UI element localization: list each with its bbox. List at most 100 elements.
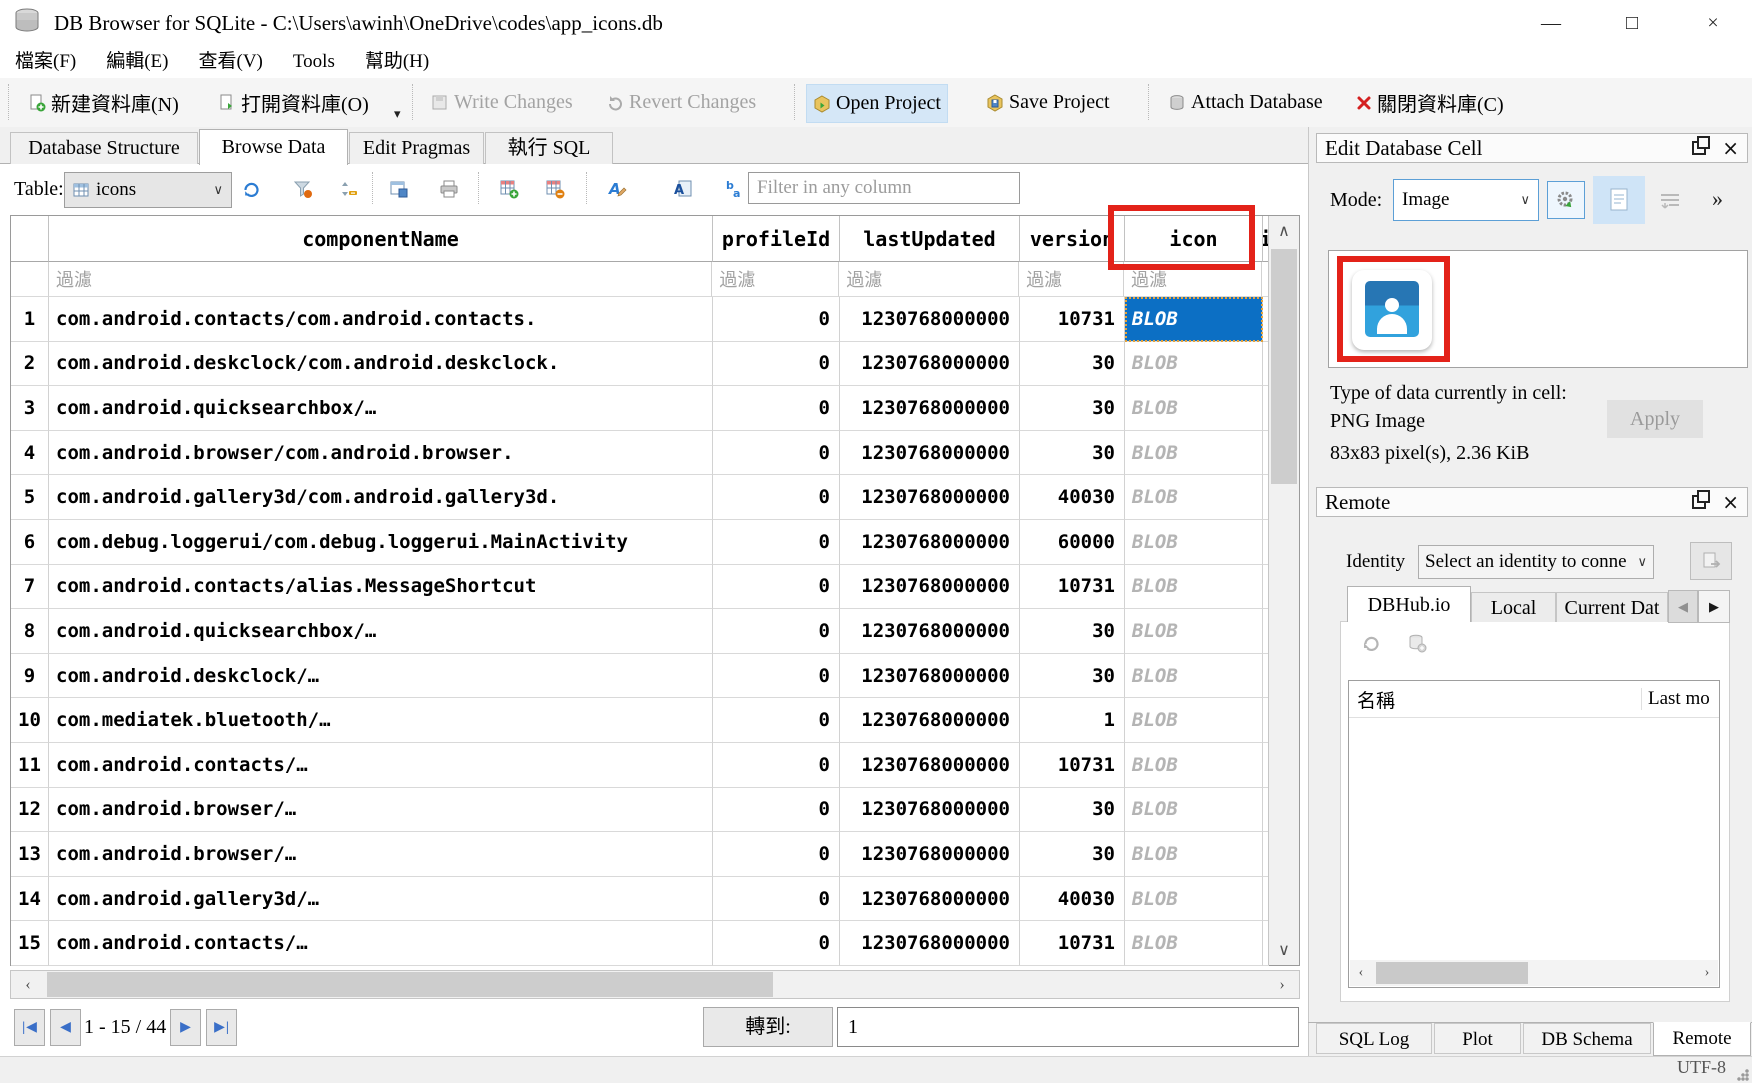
cell-lastUpdated[interactable]: 1230768000000 bbox=[840, 788, 1020, 833]
cell-icon[interactable]: BLOB bbox=[1125, 877, 1263, 922]
new-database-button[interactable]: 新建資料庫(N) bbox=[22, 84, 185, 121]
menu-help[interactable]: 幫助(H) bbox=[350, 46, 444, 78]
vertical-scrollbar[interactable]: ∧ ∨ bbox=[1268, 216, 1299, 965]
cell-version[interactable]: 1 bbox=[1020, 698, 1125, 743]
save-project-button[interactable]: Save Project bbox=[980, 84, 1116, 121]
column-header-icon[interactable]: icon bbox=[1125, 216, 1263, 262]
cell-lastUpdated[interactable]: 1230768000000 bbox=[840, 832, 1020, 877]
tab-scroll-left-icon[interactable]: ◀ bbox=[1668, 590, 1698, 623]
close-panel-icon[interactable]: × bbox=[1722, 492, 1739, 512]
filter-version[interactable]: 過濾 bbox=[1019, 262, 1124, 297]
tab-plot[interactable]: Plot bbox=[1434, 1023, 1521, 1054]
column-header-version[interactable]: version bbox=[1020, 216, 1125, 262]
apply-button[interactable]: Apply bbox=[1607, 400, 1703, 438]
row-number[interactable]: 3 bbox=[11, 386, 49, 431]
column-header-profileId[interactable]: profileId bbox=[713, 216, 840, 262]
cell-profileId[interactable]: 0 bbox=[713, 386, 840, 431]
goto-button[interactable]: 轉到: bbox=[703, 1007, 833, 1047]
cell-version[interactable]: 30 bbox=[1020, 788, 1125, 833]
save-results-button[interactable] bbox=[386, 176, 412, 202]
cell-lastUpdated[interactable]: 1230768000000 bbox=[840, 921, 1020, 966]
cell-icon[interactable]: BLOB bbox=[1125, 475, 1263, 520]
tab-sql-log[interactable]: SQL Log bbox=[1316, 1023, 1432, 1054]
menu-edit[interactable]: 編輯(E) bbox=[91, 46, 183, 78]
column-header-lastUpdated[interactable]: lastUpdated bbox=[840, 216, 1020, 262]
cell-version[interactable]: 60000 bbox=[1020, 520, 1125, 565]
cell-version[interactable]: 30 bbox=[1020, 654, 1125, 699]
cell-profileId[interactable]: 0 bbox=[713, 342, 840, 387]
write-changes-button[interactable]: Write Changes bbox=[425, 84, 579, 121]
row-number[interactable]: 14 bbox=[11, 877, 49, 922]
cell-lastUpdated[interactable]: 1230768000000 bbox=[840, 565, 1020, 610]
filter-icon[interactable]: 過濾 bbox=[1124, 262, 1262, 297]
remote-refresh-button[interactable] bbox=[1358, 630, 1384, 656]
filter-any-column-input[interactable] bbox=[748, 172, 1020, 204]
scroll-right-icon[interactable]: › bbox=[1267, 971, 1297, 998]
tab-remote[interactable]: Remote bbox=[1653, 1022, 1751, 1056]
tab-scroll-right-icon[interactable]: ▶ bbox=[1698, 590, 1730, 623]
filter-profileId[interactable]: 過濾 bbox=[712, 262, 839, 297]
menu-view[interactable]: 查看(V) bbox=[184, 46, 278, 78]
row-number[interactable]: 15 bbox=[11, 921, 49, 966]
scroll-left-icon[interactable]: ‹ bbox=[13, 971, 43, 998]
scroll-right-icon[interactable]: › bbox=[1696, 960, 1718, 986]
insert-record-button[interactable] bbox=[496, 176, 522, 202]
row-number[interactable]: 6 bbox=[11, 520, 49, 565]
cell-profileId[interactable]: 0 bbox=[713, 698, 840, 743]
tab-current-database[interactable]: Current Dat bbox=[1556, 592, 1668, 622]
cell-componentName[interactable]: com.android.browser/… bbox=[49, 832, 713, 877]
cell-icon[interactable]: BLOB bbox=[1125, 921, 1263, 966]
table-selector[interactable]: icons ∨ bbox=[64, 172, 232, 208]
cell-lastUpdated[interactable]: 1230768000000 bbox=[840, 698, 1020, 743]
delete-record-button[interactable] bbox=[542, 176, 568, 202]
cell-componentName[interactable]: com.android.gallery3d/com.android.galler… bbox=[49, 475, 713, 520]
cell-profileId[interactable]: 0 bbox=[713, 297, 840, 342]
remote-list-header-name[interactable]: 名稱 bbox=[1349, 686, 1641, 713]
cell-icon[interactable]: BLOB bbox=[1125, 743, 1263, 788]
cell-profileId[interactable]: 0 bbox=[713, 520, 840, 565]
cell-componentName[interactable]: com.android.deskclock/com.android.deskcl… bbox=[49, 342, 713, 387]
cell-profileId[interactable]: 0 bbox=[713, 475, 840, 520]
cell-icon[interactable]: BLOB bbox=[1125, 431, 1263, 476]
cell-profileId[interactable]: 0 bbox=[713, 921, 840, 966]
cell-version[interactable]: 30 bbox=[1020, 832, 1125, 877]
cell-componentName[interactable]: com.debug.loggerui/com.debug.loggerui.Ma… bbox=[49, 520, 713, 565]
clear-filters-button[interactable] bbox=[290, 176, 316, 202]
vertical-scrollbar-thumb[interactable] bbox=[1271, 249, 1297, 484]
tab-edit-pragmas[interactable]: Edit Pragmas bbox=[349, 132, 484, 164]
cell-icon[interactable]: BLOB bbox=[1125, 520, 1263, 565]
corner-header[interactable] bbox=[11, 216, 49, 262]
previous-record-button[interactable]: ◀ bbox=[50, 1009, 81, 1046]
cell-lastUpdated[interactable]: 1230768000000 bbox=[840, 520, 1020, 565]
cell-componentName[interactable]: com.android.quicksearchbox/… bbox=[49, 386, 713, 431]
tab-database-structure[interactable]: Database Structure bbox=[10, 132, 198, 164]
cell-componentName[interactable]: com.android.contacts/… bbox=[49, 921, 713, 966]
open-database-button[interactable]: 打開資料庫(O) bbox=[212, 84, 375, 121]
cell-lastUpdated[interactable]: 1230768000000 bbox=[840, 654, 1020, 699]
auto-detect-button[interactable] bbox=[1547, 181, 1585, 219]
cell-version[interactable]: 10731 bbox=[1020, 565, 1125, 610]
next-record-button[interactable]: ▶ bbox=[170, 1009, 201, 1046]
row-number[interactable]: 7 bbox=[11, 565, 49, 610]
remote-clone-database-button[interactable] bbox=[1404, 630, 1430, 656]
cell-profileId[interactable]: 0 bbox=[713, 877, 840, 922]
word-wrap-icon[interactable] bbox=[1655, 188, 1685, 214]
attach-database-button[interactable]: Attach Database bbox=[1162, 84, 1329, 121]
cell-componentName[interactable]: com.android.contacts/alias.MessageShortc… bbox=[49, 565, 713, 610]
edit-cell-mode-button[interactable]: A bbox=[604, 176, 630, 202]
cell-version[interactable]: 30 bbox=[1020, 342, 1125, 387]
close-panel-icon[interactable]: × bbox=[1722, 138, 1739, 158]
cell-version[interactable]: 10731 bbox=[1020, 743, 1125, 788]
row-number[interactable]: 1 bbox=[11, 297, 49, 342]
tab-dbhub[interactable]: DBHub.io bbox=[1347, 586, 1471, 622]
open-project-button[interactable]: Open Project bbox=[806, 84, 948, 123]
first-record-button[interactable]: |◀ bbox=[14, 1009, 45, 1046]
identity-selector[interactable]: Select an identity to conne ∨ bbox=[1418, 545, 1654, 579]
cell-lastUpdated[interactable]: 1230768000000 bbox=[840, 877, 1020, 922]
row-number[interactable]: 12 bbox=[11, 788, 49, 833]
row-number[interactable]: 11 bbox=[11, 743, 49, 788]
print-rows-button[interactable]: A bbox=[670, 176, 696, 202]
mode-selector[interactable]: Image ∨ bbox=[1393, 179, 1539, 221]
cell-componentName[interactable]: com.android.contacts/… bbox=[49, 743, 713, 788]
row-number[interactable]: 9 bbox=[11, 654, 49, 699]
